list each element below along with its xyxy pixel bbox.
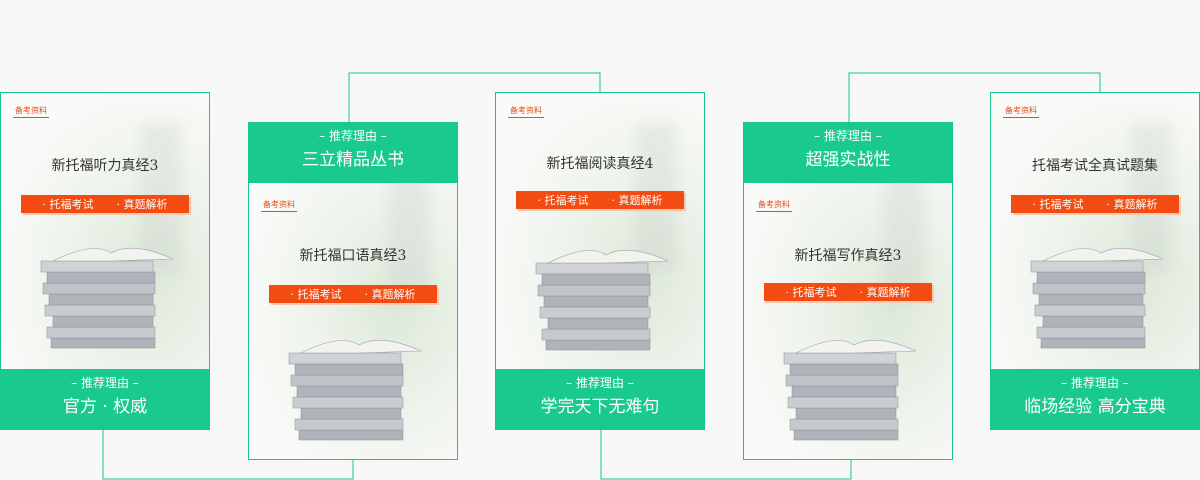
book-stack-image <box>288 339 422 441</box>
reason-text: 官方 · 权威 <box>62 397 148 417</box>
reason-text: 学完天下无难句 <box>540 397 660 417</box>
recommendation-stage: 备考资料 新托福听力真经3 · 托福考试 · 真题解析 – 推荐理由 – 官方 … <box>0 0 1200 480</box>
book-card-4[interactable]: – 推荐理由 – 超强实战性 备考资料 新托福写作真经3 · 托福考试 · 真题… <box>743 122 953 460</box>
book-card-1[interactable]: 备考资料 新托福听力真经3 · 托福考试 · 真题解析 – 推荐理由 – 官方 … <box>0 92 210 430</box>
book-card-2[interactable]: – 推荐理由 – 三立精品丛书 备考资料 新托福口语真经3 · 托福考试 · 真… <box>248 122 458 460</box>
reason-band: – 推荐理由 – 超强实战性 <box>744 123 952 183</box>
tag-label: 备考资料 <box>508 105 544 118</box>
tag-ribbon: · 托福考试 · 真题解析 <box>1011 195 1179 213</box>
tag-label: 备考资料 <box>261 199 297 212</box>
ribbon-item: · 托福考试 <box>290 288 342 301</box>
reason-text: 临场经验 高分宝典 <box>1024 397 1166 417</box>
ribbon-item: · 真题解析 <box>859 286 911 299</box>
book-title: 新托福口语真经3 <box>299 248 407 264</box>
reason-text: 三立精品丛书 <box>302 150 404 170</box>
ribbon-item: · 托福考试 <box>42 198 94 211</box>
reason-label: – 推荐理由 – <box>814 129 882 143</box>
book-title: 新托福阅读真经4 <box>546 156 654 172</box>
tag-ribbon: · 托福考试 · 真题解析 <box>269 285 437 303</box>
book-title: 托福考试全真试题集 <box>1032 158 1158 174</box>
book-stack-image <box>783 339 917 441</box>
ribbon-item: · 托福考试 <box>537 194 589 207</box>
reason-label: – 推荐理由 – <box>319 129 387 143</box>
reason-label: – 推荐理由 – <box>71 376 139 390</box>
ribbon-item: · 托福考试 <box>785 286 837 299</box>
ribbon-item: · 真题解析 <box>364 288 416 301</box>
book-title: 新托福听力真经3 <box>51 158 159 174</box>
ribbon-item: · 真题解析 <box>1106 198 1158 211</box>
book-card-3[interactable]: 备考资料 新托福阅读真经4 · 托福考试 · 真题解析 – 推荐理由 – 学完天… <box>495 92 705 430</box>
book-title: 新托福写作真经3 <box>794 248 902 264</box>
tag-label: 备考资料 <box>1003 105 1039 118</box>
ribbon-item: · 真题解析 <box>116 198 168 211</box>
tag-label: 备考资料 <box>13 105 49 118</box>
reason-band: – 推荐理由 – 学完天下无难句 <box>496 369 704 429</box>
tag-ribbon: · 托福考试 · 真题解析 <box>21 195 189 213</box>
reason-band: – 推荐理由 – 官方 · 权威 <box>1 369 209 429</box>
book-stack-image <box>40 247 174 349</box>
book-stack-image <box>1030 247 1164 349</box>
tag-label: 备考资料 <box>756 199 792 212</box>
book-stack-image <box>535 249 669 351</box>
book-card-5[interactable]: 备考资料 托福考试全真试题集 · 托福考试 · 真题解析 – 推荐理由 – 临场… <box>990 92 1200 430</box>
ribbon-item: · 托福考试 <box>1032 198 1084 211</box>
ribbon-item: · 真题解析 <box>611 194 663 207</box>
tag-ribbon: · 托福考试 · 真题解析 <box>516 191 684 209</box>
reason-band: – 推荐理由 – 临场经验 高分宝典 <box>991 369 1199 429</box>
tag-ribbon: · 托福考试 · 真题解析 <box>764 283 932 301</box>
reason-text: 超强实战性 <box>805 150 891 170</box>
reason-label: – 推荐理由 – <box>1061 376 1129 390</box>
reason-band: – 推荐理由 – 三立精品丛书 <box>249 123 457 183</box>
reason-label: – 推荐理由 – <box>566 376 634 390</box>
